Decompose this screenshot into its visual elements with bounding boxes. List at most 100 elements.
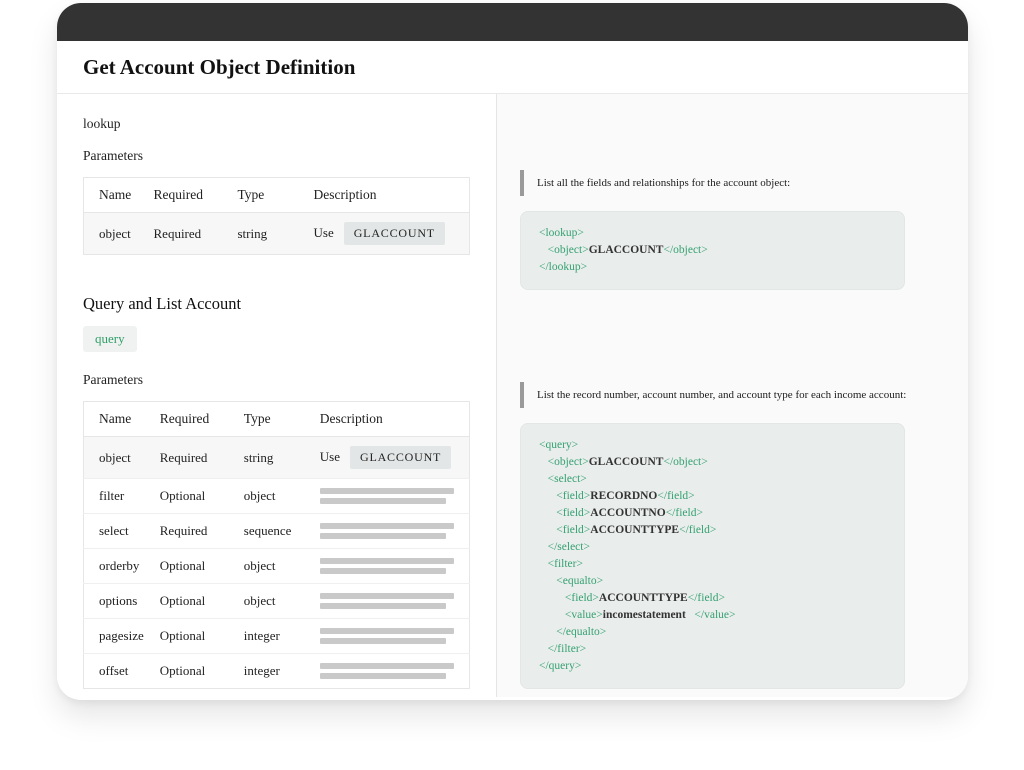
section-heading-query: Query and List Account xyxy=(83,294,470,314)
cell-type: object xyxy=(236,479,312,514)
code-line: <field>RECORDNO</field> xyxy=(539,488,886,505)
parameters-table-lookup: NameRequiredTypeDescription objectRequir… xyxy=(83,177,470,255)
cell-name: pagesize xyxy=(84,619,152,654)
cell-name: select xyxy=(84,514,152,549)
column-header: Description xyxy=(306,178,470,213)
cell-name: offset xyxy=(84,654,152,689)
cell-description xyxy=(312,479,470,514)
cell-type: object xyxy=(236,584,312,619)
parameters-label-2: Parameters xyxy=(83,372,470,388)
parameters-label-1: Parameters xyxy=(83,148,470,164)
cell-description xyxy=(312,514,470,549)
column-header: Type xyxy=(236,402,312,437)
code-line: </query> xyxy=(539,658,886,675)
cell-description xyxy=(312,619,470,654)
cell-required: Optional xyxy=(152,549,236,584)
code-line: <object>GLACCOUNT</object> xyxy=(539,242,886,259)
cell-required: Required xyxy=(146,213,230,255)
code-line: <select> xyxy=(539,471,886,488)
parameter-row: orderbyOptionalobject xyxy=(84,549,470,584)
code-line: </lookup> xyxy=(539,259,886,276)
quote-text: List all the fields and relationships fo… xyxy=(537,177,790,189)
table-header-row: NameRequiredTypeDescription xyxy=(84,178,470,213)
example-lookup-quote: List all the fields and relationships fo… xyxy=(520,170,905,196)
code-line: </select> xyxy=(539,539,886,556)
description-placeholder-bar xyxy=(320,593,454,599)
description-placeholder-bar xyxy=(320,638,446,644)
glaccount-badge: GLACCOUNT xyxy=(344,222,445,245)
code-line: <query> xyxy=(539,437,886,454)
cell-required: Required xyxy=(152,514,236,549)
content-area: lookup Parameters NameRequiredTypeDescri… xyxy=(57,94,968,697)
cell-type: integer xyxy=(236,654,312,689)
page-title: Get Account Object Definition xyxy=(83,55,968,80)
code-line: <field>ACCOUNTTYPE</field> xyxy=(539,522,886,539)
cell-type: string xyxy=(236,437,312,479)
cell-required: Optional xyxy=(152,654,236,689)
quote-text: List the record number, account number, … xyxy=(537,389,906,401)
cell-required: Optional xyxy=(152,479,236,514)
cell-name: object xyxy=(84,437,152,479)
code-line: <field>ACCOUNTNO</field> xyxy=(539,505,886,522)
description-placeholder-bar xyxy=(320,533,446,539)
description-placeholder-bar xyxy=(320,663,454,669)
column-header: Type xyxy=(230,178,306,213)
code-line: <filter> xyxy=(539,556,886,573)
cell-description xyxy=(312,549,470,584)
cell-description: Use GLACCOUNT xyxy=(306,213,470,255)
code-line: <object>GLACCOUNT</object> xyxy=(539,454,886,471)
code-line: </filter> xyxy=(539,641,886,658)
parameter-row: pagesizeOptionalinteger xyxy=(84,619,470,654)
description-placeholder-bar xyxy=(320,558,454,564)
cell-type: string xyxy=(230,213,306,255)
code-line: <value>incomestatement </value> xyxy=(539,607,886,624)
description-placeholder-bar xyxy=(320,603,446,609)
query-method-badge: query xyxy=(83,326,137,352)
column-header: Description xyxy=(312,402,470,437)
code-line: </equalto> xyxy=(539,624,886,641)
cell-name: orderby xyxy=(84,549,152,584)
cell-type: sequence xyxy=(236,514,312,549)
column-header: Name xyxy=(84,178,146,213)
cell-description xyxy=(312,584,470,619)
description-placeholder-bar xyxy=(320,628,454,634)
right-pane: List all the fields and relationships fo… xyxy=(497,94,968,697)
cell-required: Optional xyxy=(152,619,236,654)
app-window: Get Account Object Definition lookup Par… xyxy=(57,3,968,700)
description-placeholder-bar xyxy=(320,673,446,679)
cell-required: Optional xyxy=(152,584,236,619)
code-line: <field>ACCOUNTTYPE</field> xyxy=(539,590,886,607)
example-query-quote: List the record number, account number, … xyxy=(520,382,905,408)
cell-name: options xyxy=(84,584,152,619)
code-block-query: <query> <object>GLACCOUNT</object> <sele… xyxy=(520,423,905,689)
description-placeholder-bar xyxy=(320,568,446,574)
code-block-lookup: <lookup> <object>GLACCOUNT</object></loo… xyxy=(520,211,905,290)
left-pane: lookup Parameters NameRequiredTypeDescri… xyxy=(57,94,497,697)
table-header-row: NameRequiredTypeDescription xyxy=(84,402,470,437)
parameter-row: objectRequiredstring Use GLACCOUNT xyxy=(84,213,470,255)
description-text: Use xyxy=(320,449,340,464)
cell-required: Required xyxy=(152,437,236,479)
cell-type: object xyxy=(236,549,312,584)
page-header: Get Account Object Definition xyxy=(57,41,968,94)
column-header: Required xyxy=(146,178,230,213)
parameters-table-query: NameRequiredTypeDescription objectRequir… xyxy=(83,401,470,689)
description-text: Use xyxy=(314,225,334,240)
cell-description xyxy=(312,654,470,689)
example-lookup: List all the fields and relationships fo… xyxy=(520,170,905,290)
parameter-row: selectRequiredsequence xyxy=(84,514,470,549)
example-query: List the record number, account number, … xyxy=(520,382,905,689)
parameter-row: optionsOptionalobject xyxy=(84,584,470,619)
column-header: Required xyxy=(152,402,236,437)
code-line: <lookup> xyxy=(539,225,886,242)
parameter-row: objectRequiredstringUseGLACCOUNT xyxy=(84,437,470,479)
description-placeholder-bar xyxy=(320,498,446,504)
method-label-lookup: lookup xyxy=(83,116,470,132)
window-titlebar xyxy=(57,3,968,41)
cell-name: object xyxy=(84,213,146,255)
description-placeholder-bar xyxy=(320,488,454,494)
description-placeholder-bar xyxy=(320,523,454,529)
parameter-row: filterOptionalobject xyxy=(84,479,470,514)
code-line: <equalto> xyxy=(539,573,886,590)
column-header: Name xyxy=(84,402,152,437)
